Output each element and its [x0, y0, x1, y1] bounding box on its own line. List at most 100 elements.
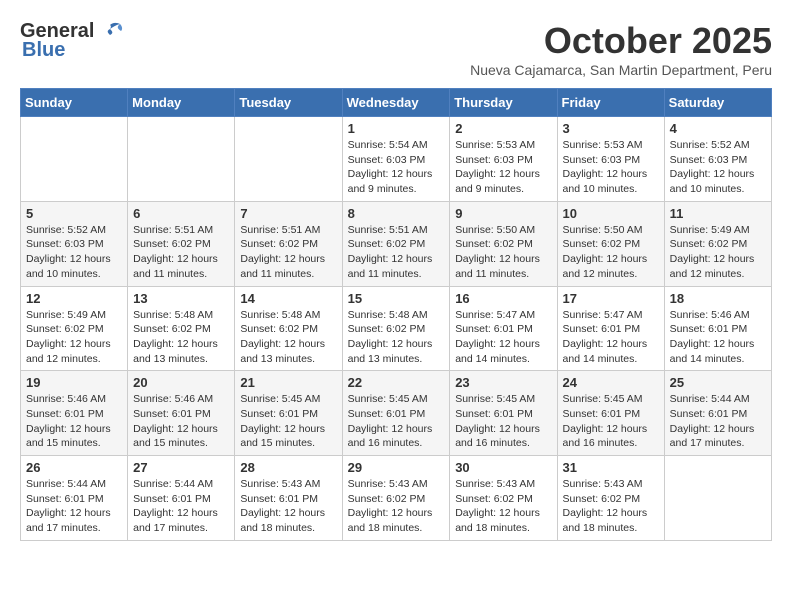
- day-info: Sunrise: 5:49 AM Sunset: 6:02 PM Dayligh…: [26, 308, 122, 367]
- day-number: 10: [563, 206, 659, 221]
- day-info: Sunrise: 5:51 AM Sunset: 6:02 PM Dayligh…: [133, 223, 229, 282]
- calendar-day-15: 15 Sunrise: 5:48 AM Sunset: 6:02 PM Dayli…: [342, 286, 450, 371]
- day-info: Sunrise: 5:53 AM Sunset: 6:03 PM Dayligh…: [455, 138, 551, 197]
- calendar-day-29: 29 Sunrise: 5:43 AM Sunset: 6:02 PM Dayli…: [342, 456, 450, 541]
- day-number: 19: [26, 375, 122, 390]
- day-info: Sunrise: 5:43 AM Sunset: 6:01 PM Dayligh…: [240, 477, 336, 536]
- calendar-day-22: 22 Sunrise: 5:45 AM Sunset: 6:01 PM Dayli…: [342, 371, 450, 456]
- day-number: 17: [563, 291, 659, 306]
- day-info: Sunrise: 5:53 AM Sunset: 6:03 PM Dayligh…: [563, 138, 659, 197]
- calendar-day-12: 12 Sunrise: 5:49 AM Sunset: 6:02 PM Dayli…: [21, 286, 128, 371]
- weekday-header-thursday: Thursday: [450, 89, 557, 117]
- calendar-table: SundayMondayTuesdayWednesdayThursdayFrid…: [20, 88, 772, 541]
- day-info: Sunrise: 5:45 AM Sunset: 6:01 PM Dayligh…: [240, 392, 336, 451]
- day-info: Sunrise: 5:45 AM Sunset: 6:01 PM Dayligh…: [563, 392, 659, 451]
- day-number: 20: [133, 375, 229, 390]
- weekday-header-saturday: Saturday: [664, 89, 771, 117]
- day-number: 4: [670, 121, 766, 136]
- day-number: 3: [563, 121, 659, 136]
- calendar-day-27: 27 Sunrise: 5:44 AM Sunset: 6:01 PM Dayli…: [128, 456, 235, 541]
- calendar-day-19: 19 Sunrise: 5:46 AM Sunset: 6:01 PM Dayli…: [21, 371, 128, 456]
- day-number: 9: [455, 206, 551, 221]
- day-number: 30: [455, 460, 551, 475]
- calendar-day-13: 13 Sunrise: 5:48 AM Sunset: 6:02 PM Dayli…: [128, 286, 235, 371]
- calendar-day-20: 20 Sunrise: 5:46 AM Sunset: 6:01 PM Dayli…: [128, 371, 235, 456]
- day-number: 13: [133, 291, 229, 306]
- day-number: 23: [455, 375, 551, 390]
- day-info: Sunrise: 5:48 AM Sunset: 6:02 PM Dayligh…: [133, 308, 229, 367]
- day-info: Sunrise: 5:45 AM Sunset: 6:01 PM Dayligh…: [348, 392, 445, 451]
- day-number: 26: [26, 460, 122, 475]
- day-number: 27: [133, 460, 229, 475]
- day-info: Sunrise: 5:51 AM Sunset: 6:02 PM Dayligh…: [348, 223, 445, 282]
- logo-bird-icon: [96, 21, 124, 43]
- calendar-day-9: 9 Sunrise: 5:50 AM Sunset: 6:02 PM Daylig…: [450, 201, 557, 286]
- calendar-day-10: 10 Sunrise: 5:50 AM Sunset: 6:02 PM Dayli…: [557, 201, 664, 286]
- calendar-day-16: 16 Sunrise: 5:47 AM Sunset: 6:01 PM Dayli…: [450, 286, 557, 371]
- day-info: Sunrise: 5:50 AM Sunset: 6:02 PM Dayligh…: [455, 223, 551, 282]
- calendar-empty: [235, 117, 342, 202]
- day-info: Sunrise: 5:47 AM Sunset: 6:01 PM Dayligh…: [455, 308, 551, 367]
- day-info: Sunrise: 5:52 AM Sunset: 6:03 PM Dayligh…: [26, 223, 122, 282]
- day-info: Sunrise: 5:43 AM Sunset: 6:02 PM Dayligh…: [348, 477, 445, 536]
- calendar-day-5: 5 Sunrise: 5:52 AM Sunset: 6:03 PM Daylig…: [21, 201, 128, 286]
- weekday-header-monday: Monday: [128, 89, 235, 117]
- day-info: Sunrise: 5:45 AM Sunset: 6:01 PM Dayligh…: [455, 392, 551, 451]
- day-number: 11: [670, 206, 766, 221]
- day-info: Sunrise: 5:48 AM Sunset: 6:02 PM Dayligh…: [348, 308, 445, 367]
- page-header: General Blue October 2025 Nueva Cajamarc…: [20, 20, 772, 78]
- calendar-day-31: 31Sunrise: 5:43 AM Sunset: 6:02 PM Dayli…: [557, 456, 664, 541]
- day-number: 15: [348, 291, 445, 306]
- day-info: Sunrise: 5:43 AM Sunset: 6:02 PM Dayligh…: [563, 477, 659, 536]
- day-info: Sunrise: 5:46 AM Sunset: 6:01 PM Dayligh…: [26, 392, 122, 451]
- title-block: October 2025 Nueva Cajamarca, San Martin…: [470, 20, 772, 78]
- calendar-header-row: SundayMondayTuesdayWednesdayThursdayFrid…: [21, 89, 772, 117]
- calendar-day-3: 3 Sunrise: 5:53 AM Sunset: 6:03 PM Daylig…: [557, 117, 664, 202]
- day-info: Sunrise: 5:43 AM Sunset: 6:02 PM Dayligh…: [455, 477, 551, 536]
- day-info: Sunrise: 5:46 AM Sunset: 6:01 PM Dayligh…: [133, 392, 229, 451]
- day-info: Sunrise: 5:52 AM Sunset: 6:03 PM Dayligh…: [670, 138, 766, 197]
- day-number: 5: [26, 206, 122, 221]
- day-info: Sunrise: 5:44 AM Sunset: 6:01 PM Dayligh…: [133, 477, 229, 536]
- day-number: 25: [670, 375, 766, 390]
- day-info: Sunrise: 5:44 AM Sunset: 6:01 PM Dayligh…: [670, 392, 766, 451]
- location: Nueva Cajamarca, San Martin Department, …: [470, 62, 772, 78]
- weekday-header-wednesday: Wednesday: [342, 89, 450, 117]
- calendar-day-7: 7Sunrise: 5:51 AM Sunset: 6:02 PM Daylig…: [235, 201, 342, 286]
- calendar-day-18: 18Sunrise: 5:46 AM Sunset: 6:01 PM Dayli…: [664, 286, 771, 371]
- day-info: Sunrise: 5:49 AM Sunset: 6:02 PM Dayligh…: [670, 223, 766, 282]
- day-info: Sunrise: 5:50 AM Sunset: 6:02 PM Dayligh…: [563, 223, 659, 282]
- weekday-header-sunday: Sunday: [21, 89, 128, 117]
- day-info: Sunrise: 5:47 AM Sunset: 6:01 PM Dayligh…: [563, 308, 659, 367]
- calendar-day-8: 8Sunrise: 5:51 AM Sunset: 6:02 PM Daylig…: [342, 201, 450, 286]
- calendar-day-1: 1Sunrise: 5:54 AM Sunset: 6:03 PM Daylig…: [342, 117, 450, 202]
- day-info: Sunrise: 5:44 AM Sunset: 6:01 PM Dayligh…: [26, 477, 122, 536]
- day-number: 28: [240, 460, 336, 475]
- calendar-day-14: 14Sunrise: 5:48 AM Sunset: 6:02 PM Dayli…: [235, 286, 342, 371]
- calendar-day-25: 25 Sunrise: 5:44 AM Sunset: 6:01 PM Dayli…: [664, 371, 771, 456]
- calendar-week-3: 12 Sunrise: 5:49 AM Sunset: 6:02 PM Dayli…: [21, 286, 772, 371]
- weekday-header-friday: Friday: [557, 89, 664, 117]
- calendar-day-26: 26 Sunrise: 5:44 AM Sunset: 6:01 PM Dayli…: [21, 456, 128, 541]
- day-number: 29: [348, 460, 445, 475]
- logo: General Blue: [20, 20, 124, 62]
- calendar-day-11: 11 Sunrise: 5:49 AM Sunset: 6:02 PM Dayli…: [664, 201, 771, 286]
- calendar-empty: [128, 117, 235, 202]
- day-number: 12: [26, 291, 122, 306]
- day-number: 1: [348, 121, 445, 136]
- calendar-day-21: 21Sunrise: 5:45 AM Sunset: 6:01 PM Dayli…: [235, 371, 342, 456]
- calendar-day-17: 17 Sunrise: 5:47 AM Sunset: 6:01 PM Dayli…: [557, 286, 664, 371]
- day-number: 24: [563, 375, 659, 390]
- calendar-week-5: 26 Sunrise: 5:44 AM Sunset: 6:01 PM Dayli…: [21, 456, 772, 541]
- day-number: 22: [348, 375, 445, 390]
- calendar-empty: [21, 117, 128, 202]
- calendar-week-4: 19 Sunrise: 5:46 AM Sunset: 6:01 PM Dayli…: [21, 371, 772, 456]
- calendar-day-2: 2Sunrise: 5:53 AM Sunset: 6:03 PM Daylig…: [450, 117, 557, 202]
- calendar-day-4: 4 Sunrise: 5:52 AM Sunset: 6:03 PM Daylig…: [664, 117, 771, 202]
- calendar-day-24: 24 Sunrise: 5:45 AM Sunset: 6:01 PM Dayli…: [557, 371, 664, 456]
- day-number: 16: [455, 291, 551, 306]
- month-title: October 2025: [470, 20, 772, 62]
- calendar-week-1: 1Sunrise: 5:54 AM Sunset: 6:03 PM Daylig…: [21, 117, 772, 202]
- day-info: Sunrise: 5:46 AM Sunset: 6:01 PM Dayligh…: [670, 308, 766, 367]
- calendar-day-6: 6Sunrise: 5:51 AM Sunset: 6:02 PM Daylig…: [128, 201, 235, 286]
